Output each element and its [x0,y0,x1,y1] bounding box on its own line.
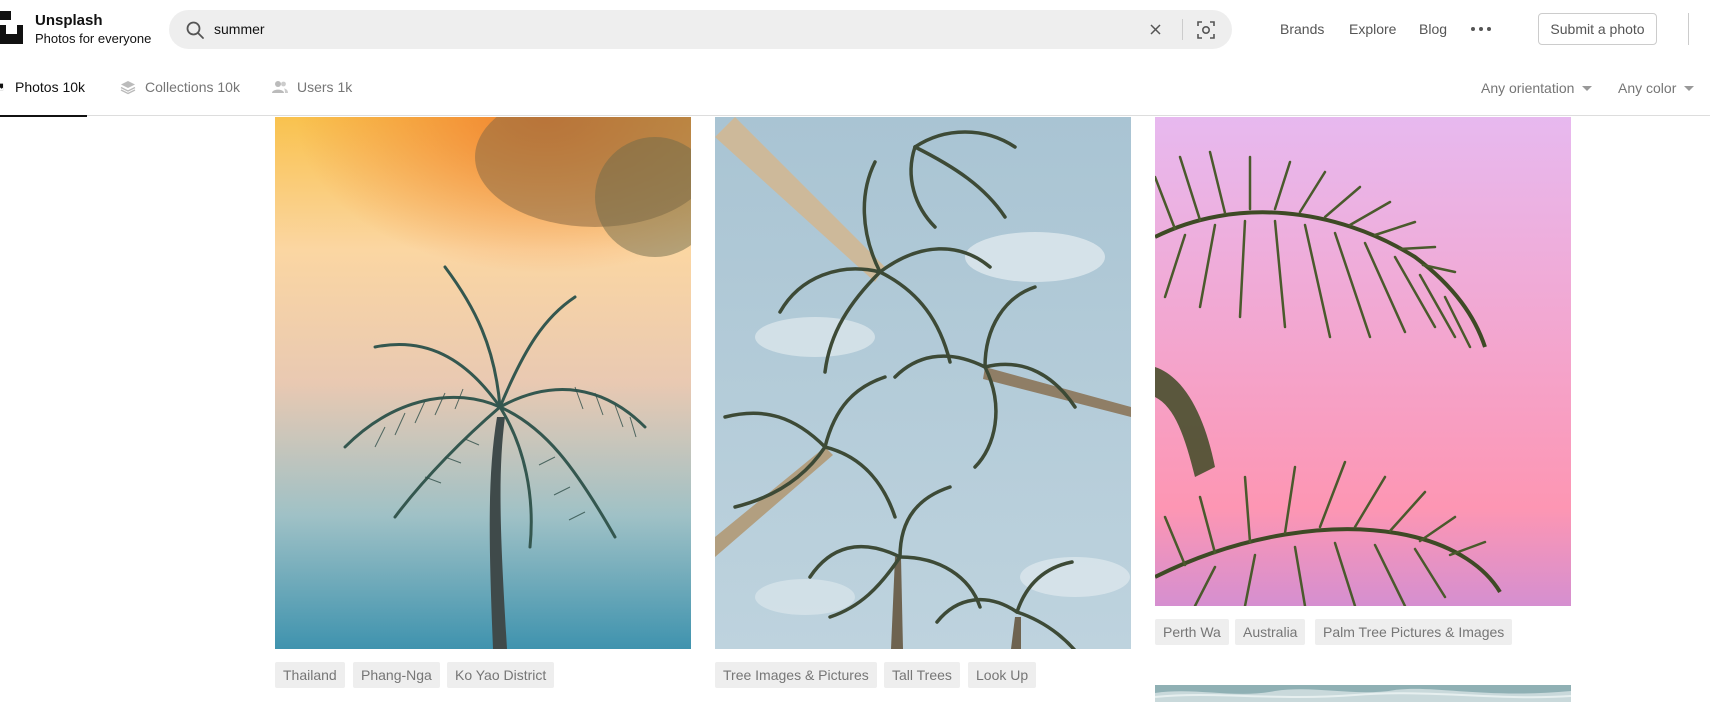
search-input[interactable] [214,10,1114,49]
photo-card-palm-pink[interactable] [1155,117,1571,606]
nav-explore-link[interactable]: Explore [1349,20,1396,38]
color-filter[interactable]: Any color [1618,80,1695,96]
orientation-filter[interactable]: Any orientation [1481,80,1593,96]
logo-title: Unsplash [35,12,103,29]
palm-pink-image [1155,117,1571,606]
clear-search-icon[interactable] [1148,22,1163,37]
photo-tag[interactable]: Phang-Nga [353,662,440,688]
photo-tag[interactable]: Australia [1235,619,1306,645]
tab-users-label: Users 1k [297,79,353,95]
chevron-down-icon [1582,85,1593,91]
photo-card-ocean-wave[interactable] [1155,685,1571,702]
search-icon[interactable] [185,20,205,40]
photo-icon [0,83,4,91]
collections-icon [120,81,136,95]
tab-collections-label: Collections 10k [145,79,240,95]
tab-photos-label: Photos 10k [15,79,86,95]
color-filter-label: Any color [1618,80,1677,96]
chevron-down-icon [1684,85,1695,91]
ocean-wave-image [1155,685,1571,702]
logo-text[interactable]: Unsplash Photos for everyone [35,12,151,47]
photo-card-tall-palms[interactable] [715,117,1131,649]
tab-collections[interactable]: Collections 10k [120,58,240,116]
tab-users[interactable]: Users 1k [272,58,352,116]
photo-tag[interactable]: Ko Yao District [447,662,555,688]
photo-tag[interactable]: Palm Tree Pictures & Images [1315,619,1513,645]
unsplash-logo-icon[interactable] [0,11,23,44]
nav-brands-link[interactable]: Brands [1280,20,1324,38]
palm-sunset-image [275,117,691,649]
orientation-filter-label: Any orientation [1481,80,1575,96]
photo-card-palm-sunset[interactable] [275,117,691,649]
photo-tag[interactable]: Look Up [968,662,1037,688]
photo-tag[interactable]: Tree Images & Pictures [715,662,877,688]
visual-search-icon[interactable] [1196,20,1216,40]
photo-tag[interactable]: Perth Wa [1155,619,1229,645]
tall-palms-image [715,117,1131,649]
logo-subtitle: Photos for everyone [35,31,152,46]
top-header: Unsplash Photos for everyone Brands Expl… [0,0,1710,58]
users-icon [272,81,288,93]
photo-tag[interactable]: Tall Trees [884,662,960,688]
search-bar [169,10,1232,49]
header-divider [1688,13,1689,45]
tab-photos[interactable]: Photos 10k [0,58,87,117]
more-options-icon[interactable] [1470,20,1492,38]
nav-blog-link[interactable]: Blog [1419,20,1447,38]
search-divider [1182,19,1183,40]
search-tabs: Photos 10k Collections 10k Users 1k Any … [0,58,1710,117]
submit-photo-button[interactable]: Submit a photo [1538,13,1657,45]
photo-tag[interactable]: Thailand [275,662,345,688]
